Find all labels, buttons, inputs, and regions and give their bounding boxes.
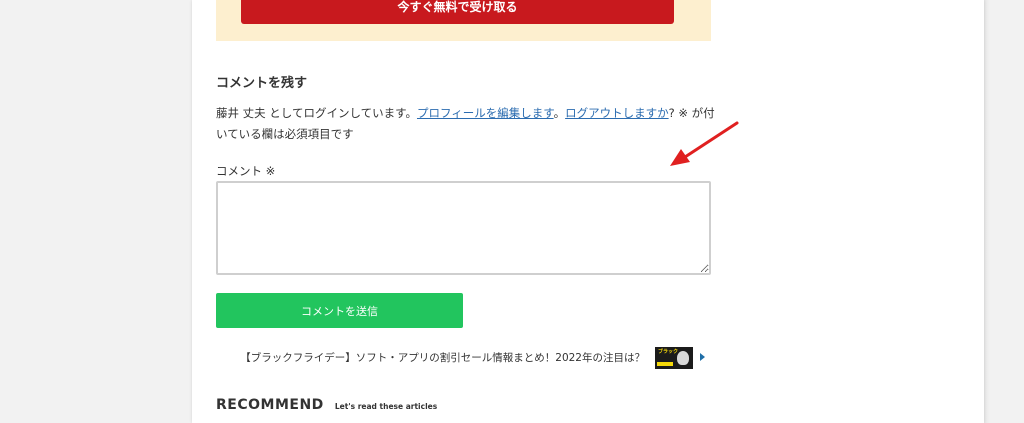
comment-textarea[interactable] — [216, 181, 711, 275]
edit-profile-link[interactable]: プロフィールを編集します — [417, 106, 554, 120]
next-post-thumbnail[interactable]: ブラック — [655, 347, 693, 369]
recommend-subtitle: Let's read these articles — [334, 402, 438, 411]
thumbnail-person — [677, 351, 689, 365]
logout-link[interactable]: ログアウトしますか — [565, 106, 669, 120]
thumbnail-text: ブラック — [658, 349, 679, 355]
card-shadow — [984, 0, 990, 423]
caret-right-icon[interactable] — [700, 353, 705, 361]
comment-heading: コメントを残す — [216, 76, 308, 91]
logged-in-text: 藤井 丈夫 としてログインしています。 — [216, 106, 417, 120]
recommend-heading: RECOMMEND Let's read these articles — [216, 394, 437, 413]
next-post-link[interactable]: 【ブラックフライデー】ソフト・アプリの割引セール情報まとめ！2022年の注目は？… — [216, 346, 711, 370]
thumbnail-bar — [657, 362, 673, 366]
recommend-title: RECOMMEND — [216, 397, 324, 413]
comment-field-label: コメント ※ — [216, 164, 276, 178]
next-post-title[interactable]: 【ブラックフライデー】ソフト・アプリの割引セール情報まとめ！2022年の注目は？ — [240, 350, 645, 365]
logged-in-notice: 藤井 丈夫 としてログインしています。プロフィールを編集します。ログアウトします… — [216, 103, 716, 145]
separator-text: 。 — [553, 106, 566, 120]
submit-comment-button[interactable]: コメントを送信 — [216, 293, 463, 328]
page: 今すぐ無料で受け取る コメントを残す 藤井 丈夫 としてログインしています。プロ… — [0, 0, 1024, 423]
cta-button[interactable]: 今すぐ無料で受け取る — [241, 0, 674, 24]
